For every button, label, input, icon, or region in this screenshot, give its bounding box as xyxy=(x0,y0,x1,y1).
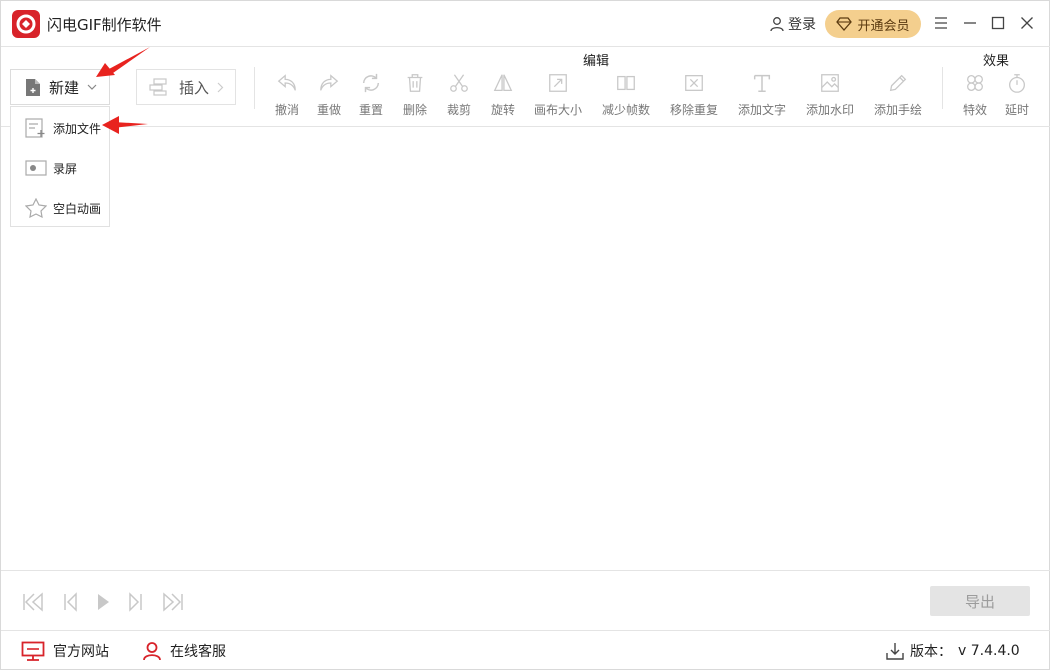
tool-remove-duplicates[interactable]: 移除重复 xyxy=(668,72,720,118)
menu-item-screen-record[interactable]: 录屏 xyxy=(11,150,109,186)
effects-group-label: 效果 xyxy=(983,54,1010,69)
tool-effects[interactable]: 特效 xyxy=(961,72,989,118)
tool-label: 重置 xyxy=(358,103,383,117)
new-file-icon xyxy=(26,78,40,96)
vip-button[interactable]: 开通会员 xyxy=(825,10,921,38)
tool-label: 删除 xyxy=(402,103,427,117)
previous-frame-icon[interactable] xyxy=(59,591,83,613)
online-support-link[interactable]: 在线客服 xyxy=(142,640,226,662)
tool-add-watermark[interactable]: 添加水印 xyxy=(804,72,856,118)
chevron-right-icon xyxy=(217,82,224,92)
tool-delay[interactable]: 延时 xyxy=(1003,72,1031,118)
tool-label: 移除重复 xyxy=(669,103,718,117)
rotate-icon xyxy=(493,74,513,91)
close-icon[interactable] xyxy=(1019,15,1035,31)
app-window: 闪电GIF制作软件 登录 开通会员 编辑 效果 新建 插入 撤消 重做 重置 删… xyxy=(0,0,1050,670)
tool-reduce-frames[interactable]: 减少帧数 xyxy=(600,72,652,118)
tool-undo[interactable]: 撤消 xyxy=(273,72,301,118)
menu-item-blank-animation[interactable]: 空白动画 xyxy=(11,190,109,226)
new-dropdown-menu: 添加文件 录屏 空白动画 xyxy=(10,106,110,227)
reduce-frames-icon xyxy=(617,75,635,91)
menu-item-label: 添加文件 xyxy=(53,121,102,136)
add-file-icon xyxy=(25,118,45,138)
status-bar: 官方网站 在线客服 版本： v 7.4.4.0 xyxy=(1,631,1050,670)
minimize-icon[interactable] xyxy=(962,15,978,31)
app-logo-icon xyxy=(12,10,40,38)
tool-label: 减少帧数 xyxy=(601,103,650,117)
toolbar-divider xyxy=(942,67,943,109)
blank-animation-icon xyxy=(25,198,47,218)
pen-icon xyxy=(889,74,907,92)
tool-label: 重做 xyxy=(316,103,341,117)
screen-record-icon xyxy=(25,160,47,176)
next-frame-icon[interactable] xyxy=(123,591,147,613)
tool-label: 添加文字 xyxy=(737,103,786,117)
login-label: 登录 xyxy=(788,17,816,33)
monitor-icon xyxy=(21,641,45,661)
tool-label: 画布大小 xyxy=(533,103,582,117)
tool-add-text[interactable]: 添加文字 xyxy=(736,72,788,118)
playback-bar: 导出 xyxy=(1,570,1050,631)
tool-delete[interactable]: 删除 xyxy=(401,72,429,118)
chevron-down-icon xyxy=(87,84,97,90)
scissors-icon xyxy=(450,74,468,92)
login-button[interactable]: 登录 xyxy=(769,14,816,34)
reset-icon xyxy=(362,73,380,93)
app-title: 闪电GIF制作软件 xyxy=(47,16,162,34)
tool-canvas-size[interactable]: 画布大小 xyxy=(532,72,584,118)
toolbar: 编辑 效果 新建 插入 撤消 重做 重置 删除 裁剪 旋转 画布大小 减少帧数 … xyxy=(1,47,1050,127)
tool-add-drawing[interactable]: 添加手绘 xyxy=(872,72,924,118)
menu-item-label: 空白动画 xyxy=(53,201,102,216)
effects-icon xyxy=(967,75,983,91)
tool-label: 延时 xyxy=(1004,103,1029,117)
tool-rotate[interactable]: 旋转 xyxy=(489,72,517,118)
insert-button-label: 插入 xyxy=(179,78,210,97)
tool-label: 添加手绘 xyxy=(873,103,922,117)
user-icon xyxy=(770,17,784,32)
version-value: v 7.4.4.0 xyxy=(958,643,1020,659)
tool-label: 旋转 xyxy=(490,103,515,117)
timer-icon xyxy=(1009,74,1025,93)
canvas-resize-icon xyxy=(549,74,567,92)
maximize-icon[interactable] xyxy=(990,15,1006,31)
undo-icon xyxy=(277,74,296,91)
new-button[interactable]: 新建 xyxy=(10,69,110,105)
tool-redo[interactable]: 重做 xyxy=(315,72,343,118)
vip-label: 开通会员 xyxy=(857,18,910,34)
text-icon xyxy=(753,74,771,92)
user-support-icon xyxy=(143,642,161,661)
title-bar: 闪电GIF制作软件 登录 开通会员 xyxy=(1,1,1050,47)
insert-button[interactable]: 插入 xyxy=(136,69,236,105)
tool-crop[interactable]: 裁剪 xyxy=(445,72,473,118)
menu-item-add-file[interactable]: 添加文件 xyxy=(11,110,109,146)
insert-frame-icon xyxy=(149,78,167,96)
first-frame-icon[interactable] xyxy=(21,591,45,613)
watermark-icon xyxy=(821,74,839,92)
export-button[interactable]: 导出 xyxy=(930,586,1030,616)
tool-label: 特效 xyxy=(962,103,987,117)
export-label: 导出 xyxy=(964,592,995,611)
edit-group-label: 编辑 xyxy=(583,54,610,69)
tool-label: 撤消 xyxy=(274,103,299,117)
redo-icon xyxy=(320,74,339,91)
last-frame-icon[interactable] xyxy=(161,591,185,613)
official-website-label: 官方网站 xyxy=(53,644,109,660)
menu-icon[interactable] xyxy=(933,15,949,31)
version-info[interactable]: 版本： v 7.4.4.0 xyxy=(886,640,1020,662)
play-icon[interactable] xyxy=(91,591,115,613)
online-support-label: 在线客服 xyxy=(170,644,226,660)
tool-label: 添加水印 xyxy=(805,103,854,117)
trash-icon xyxy=(407,74,423,92)
menu-item-label: 录屏 xyxy=(53,161,78,176)
tool-reset[interactable]: 重置 xyxy=(357,72,385,118)
diamond-icon xyxy=(836,17,853,31)
new-button-label: 新建 xyxy=(49,78,80,97)
version-label: 版本： xyxy=(910,644,952,660)
remove-duplicates-icon xyxy=(685,75,703,91)
official-website-link[interactable]: 官方网站 xyxy=(21,640,109,662)
download-icon xyxy=(886,643,904,660)
toolbar-divider xyxy=(254,67,255,109)
tool-label: 裁剪 xyxy=(446,103,471,117)
